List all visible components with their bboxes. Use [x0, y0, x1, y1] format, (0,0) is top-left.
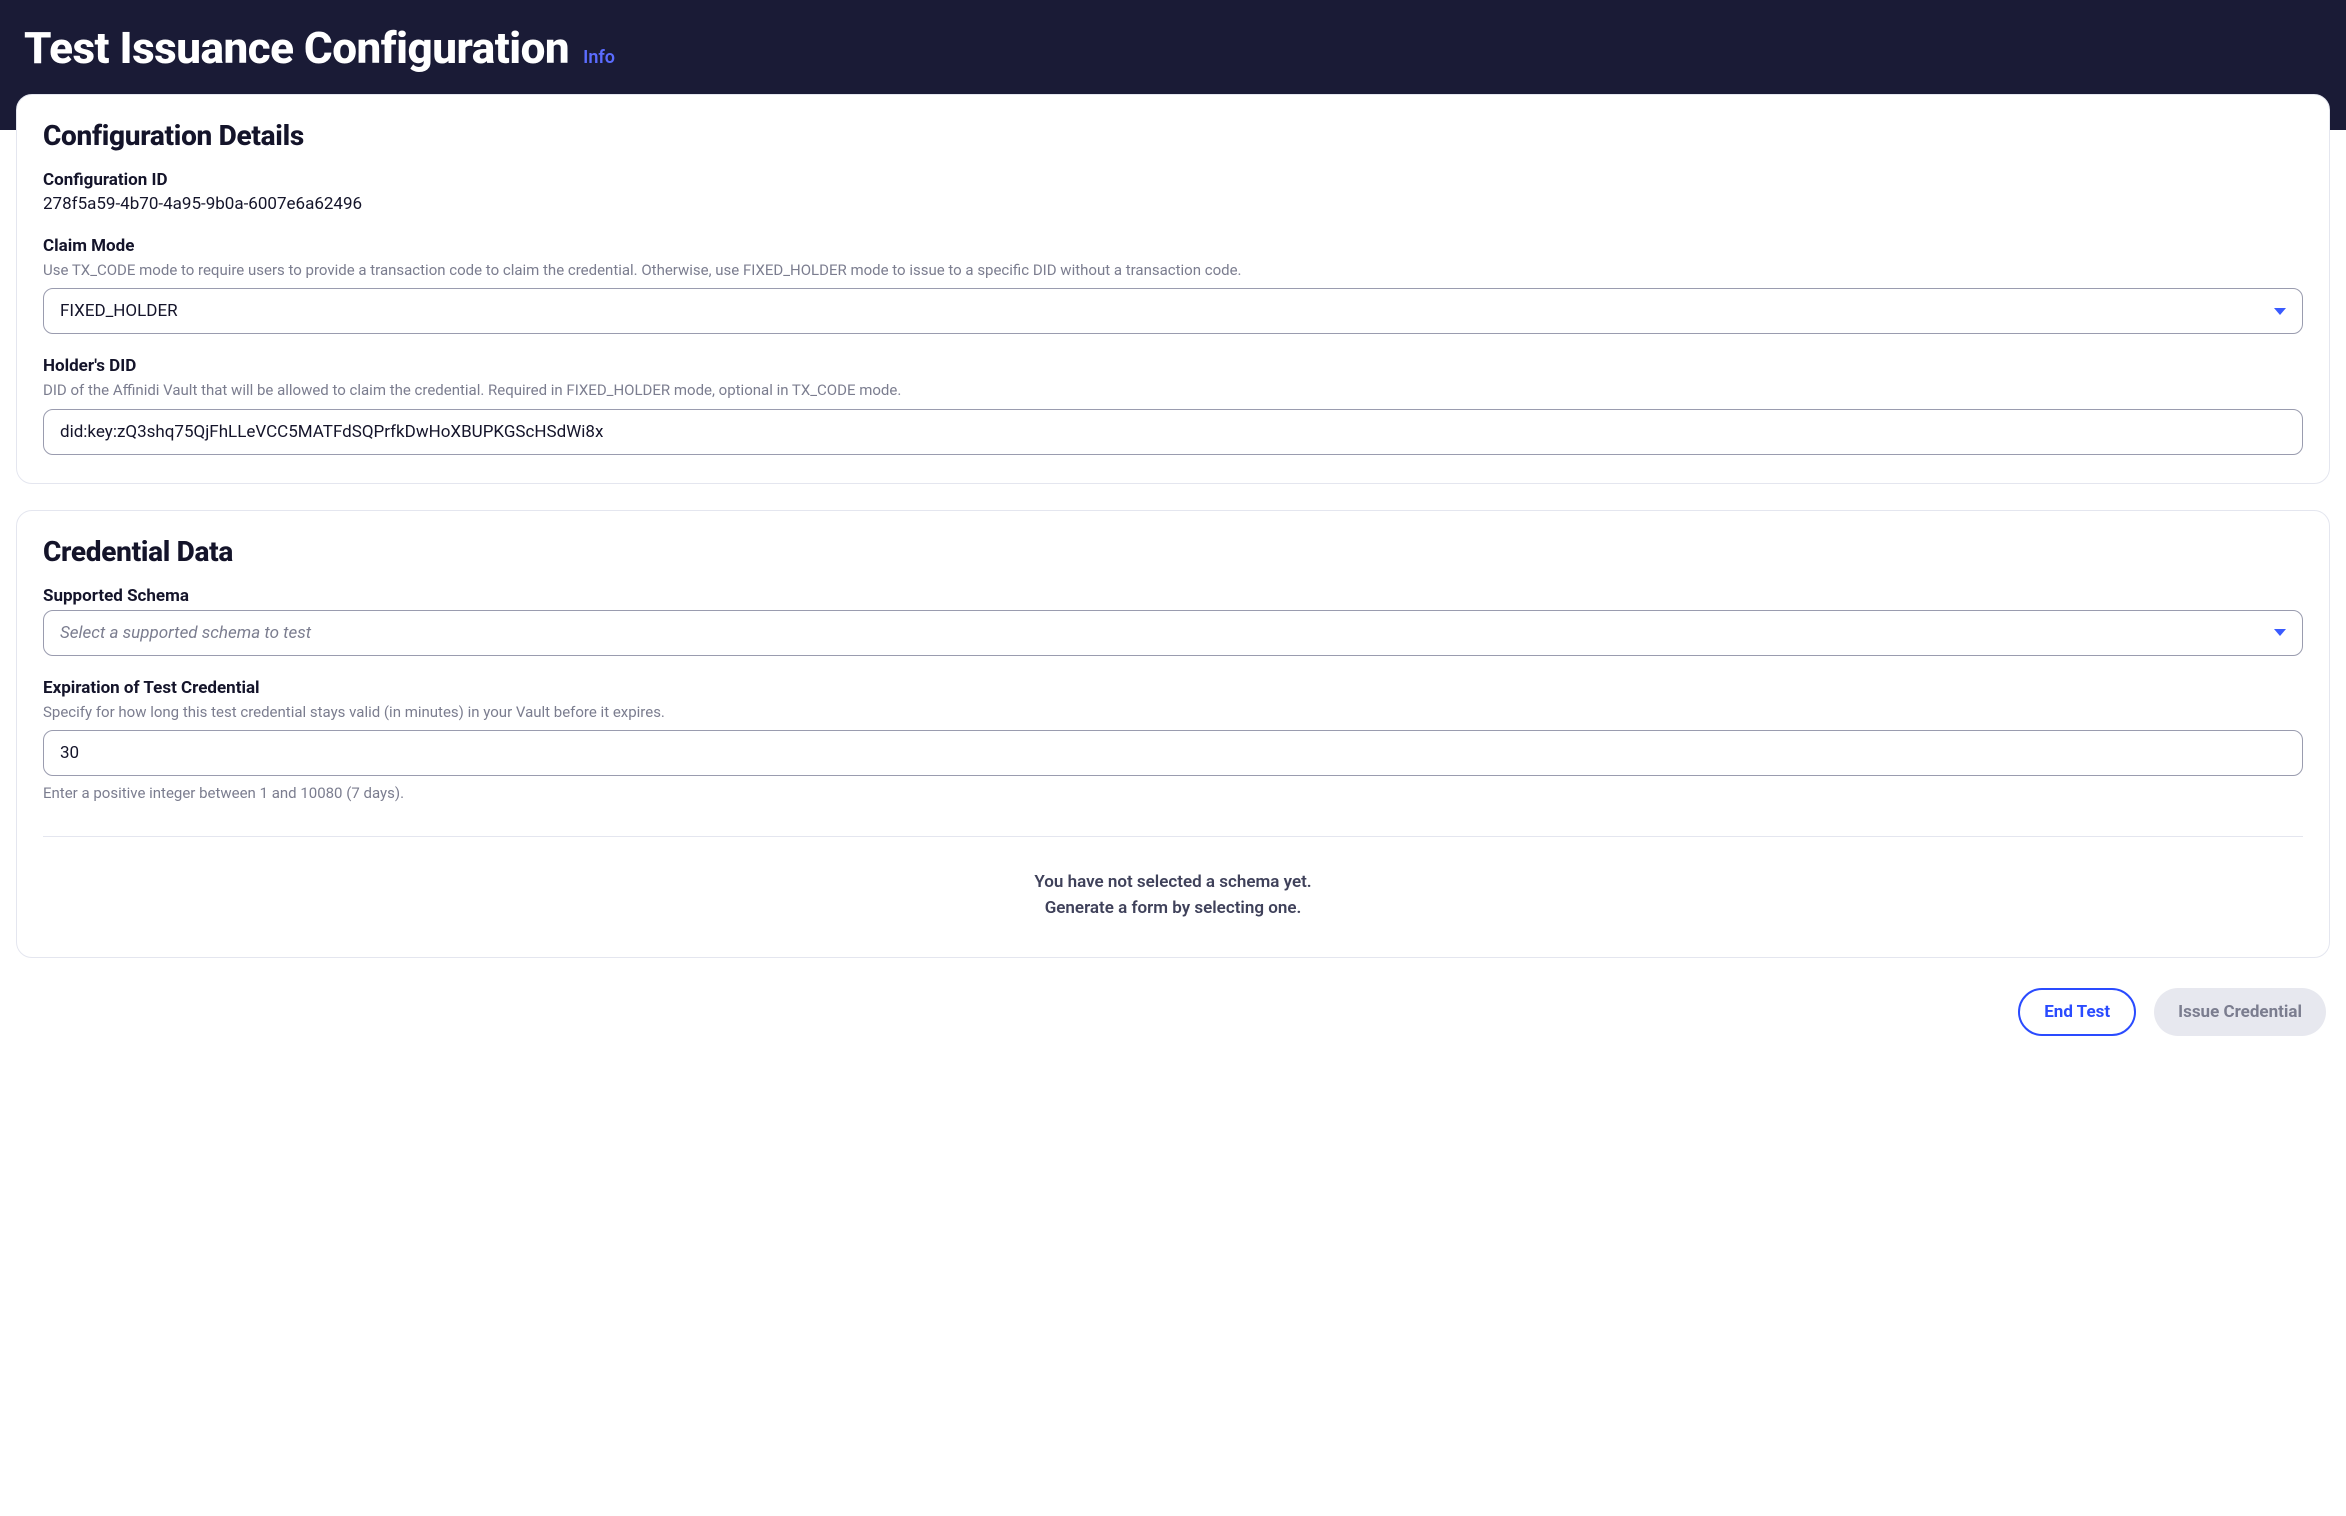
expiration-label: Expiration of Test Credential	[43, 678, 2303, 698]
configuration-id-label: Configuration ID	[43, 170, 2303, 190]
holder-did-label: Holder's DID	[43, 356, 2303, 376]
issue-credential-button[interactable]: Issue Credential	[2154, 988, 2326, 1036]
configuration-id-value: 278f5a59-4b70-4a95-9b0a-6007e6a62496	[43, 194, 2303, 214]
empty-state-line-1: You have not selected a schema yet.	[43, 869, 2303, 895]
claim-mode-help: Use TX_CODE mode to require users to pro…	[43, 260, 2303, 280]
page-title: Test Issuance Configuration	[24, 22, 569, 74]
supported-schema-select[interactable]: Select a supported schema to test	[43, 610, 2303, 656]
expiration-input[interactable]	[43, 730, 2303, 776]
footer-actions: End Test Issue Credential	[0, 984, 2346, 1064]
chevron-down-icon	[2274, 629, 2286, 636]
chevron-down-icon	[2274, 308, 2286, 315]
claim-mode-field: Claim Mode Use TX_CODE mode to require u…	[43, 236, 2303, 334]
expiration-help: Specify for how long this test credentia…	[43, 702, 2303, 722]
expiration-field: Expiration of Test Credential Specify fo…	[43, 678, 2303, 802]
supported-schema-label: Supported Schema	[43, 586, 2303, 606]
holder-did-field: Holder's DID DID of the Affinidi Vault t…	[43, 356, 2303, 454]
configuration-details-heading: Configuration Details	[43, 119, 2303, 152]
credential-data-heading: Credential Data	[43, 535, 2303, 568]
info-link[interactable]: Info	[583, 47, 615, 68]
claim-mode-label: Claim Mode	[43, 236, 2303, 256]
claim-mode-selected-value: FIXED_HOLDER	[60, 301, 178, 321]
configuration-id-field: Configuration ID 278f5a59-4b70-4a95-9b0a…	[43, 170, 2303, 214]
supported-schema-field: Supported Schema Select a supported sche…	[43, 586, 2303, 656]
divider	[43, 836, 2303, 837]
holder-did-help: DID of the Affinidi Vault that will be a…	[43, 380, 2303, 400]
empty-state-line-2: Generate a form by selecting one.	[43, 895, 2303, 921]
schema-empty-state: You have not selected a schema yet. Gene…	[43, 865, 2303, 930]
credential-data-card: Credential Data Supported Schema Select …	[16, 510, 2330, 959]
claim-mode-select[interactable]: FIXED_HOLDER	[43, 288, 2303, 334]
configuration-details-card: Configuration Details Configuration ID 2…	[16, 94, 2330, 484]
holder-did-input[interactable]	[43, 409, 2303, 455]
expiration-hint: Enter a positive integer between 1 and 1…	[43, 784, 2303, 802]
supported-schema-placeholder: Select a supported schema to test	[60, 623, 311, 643]
end-test-button[interactable]: End Test	[2018, 988, 2136, 1036]
